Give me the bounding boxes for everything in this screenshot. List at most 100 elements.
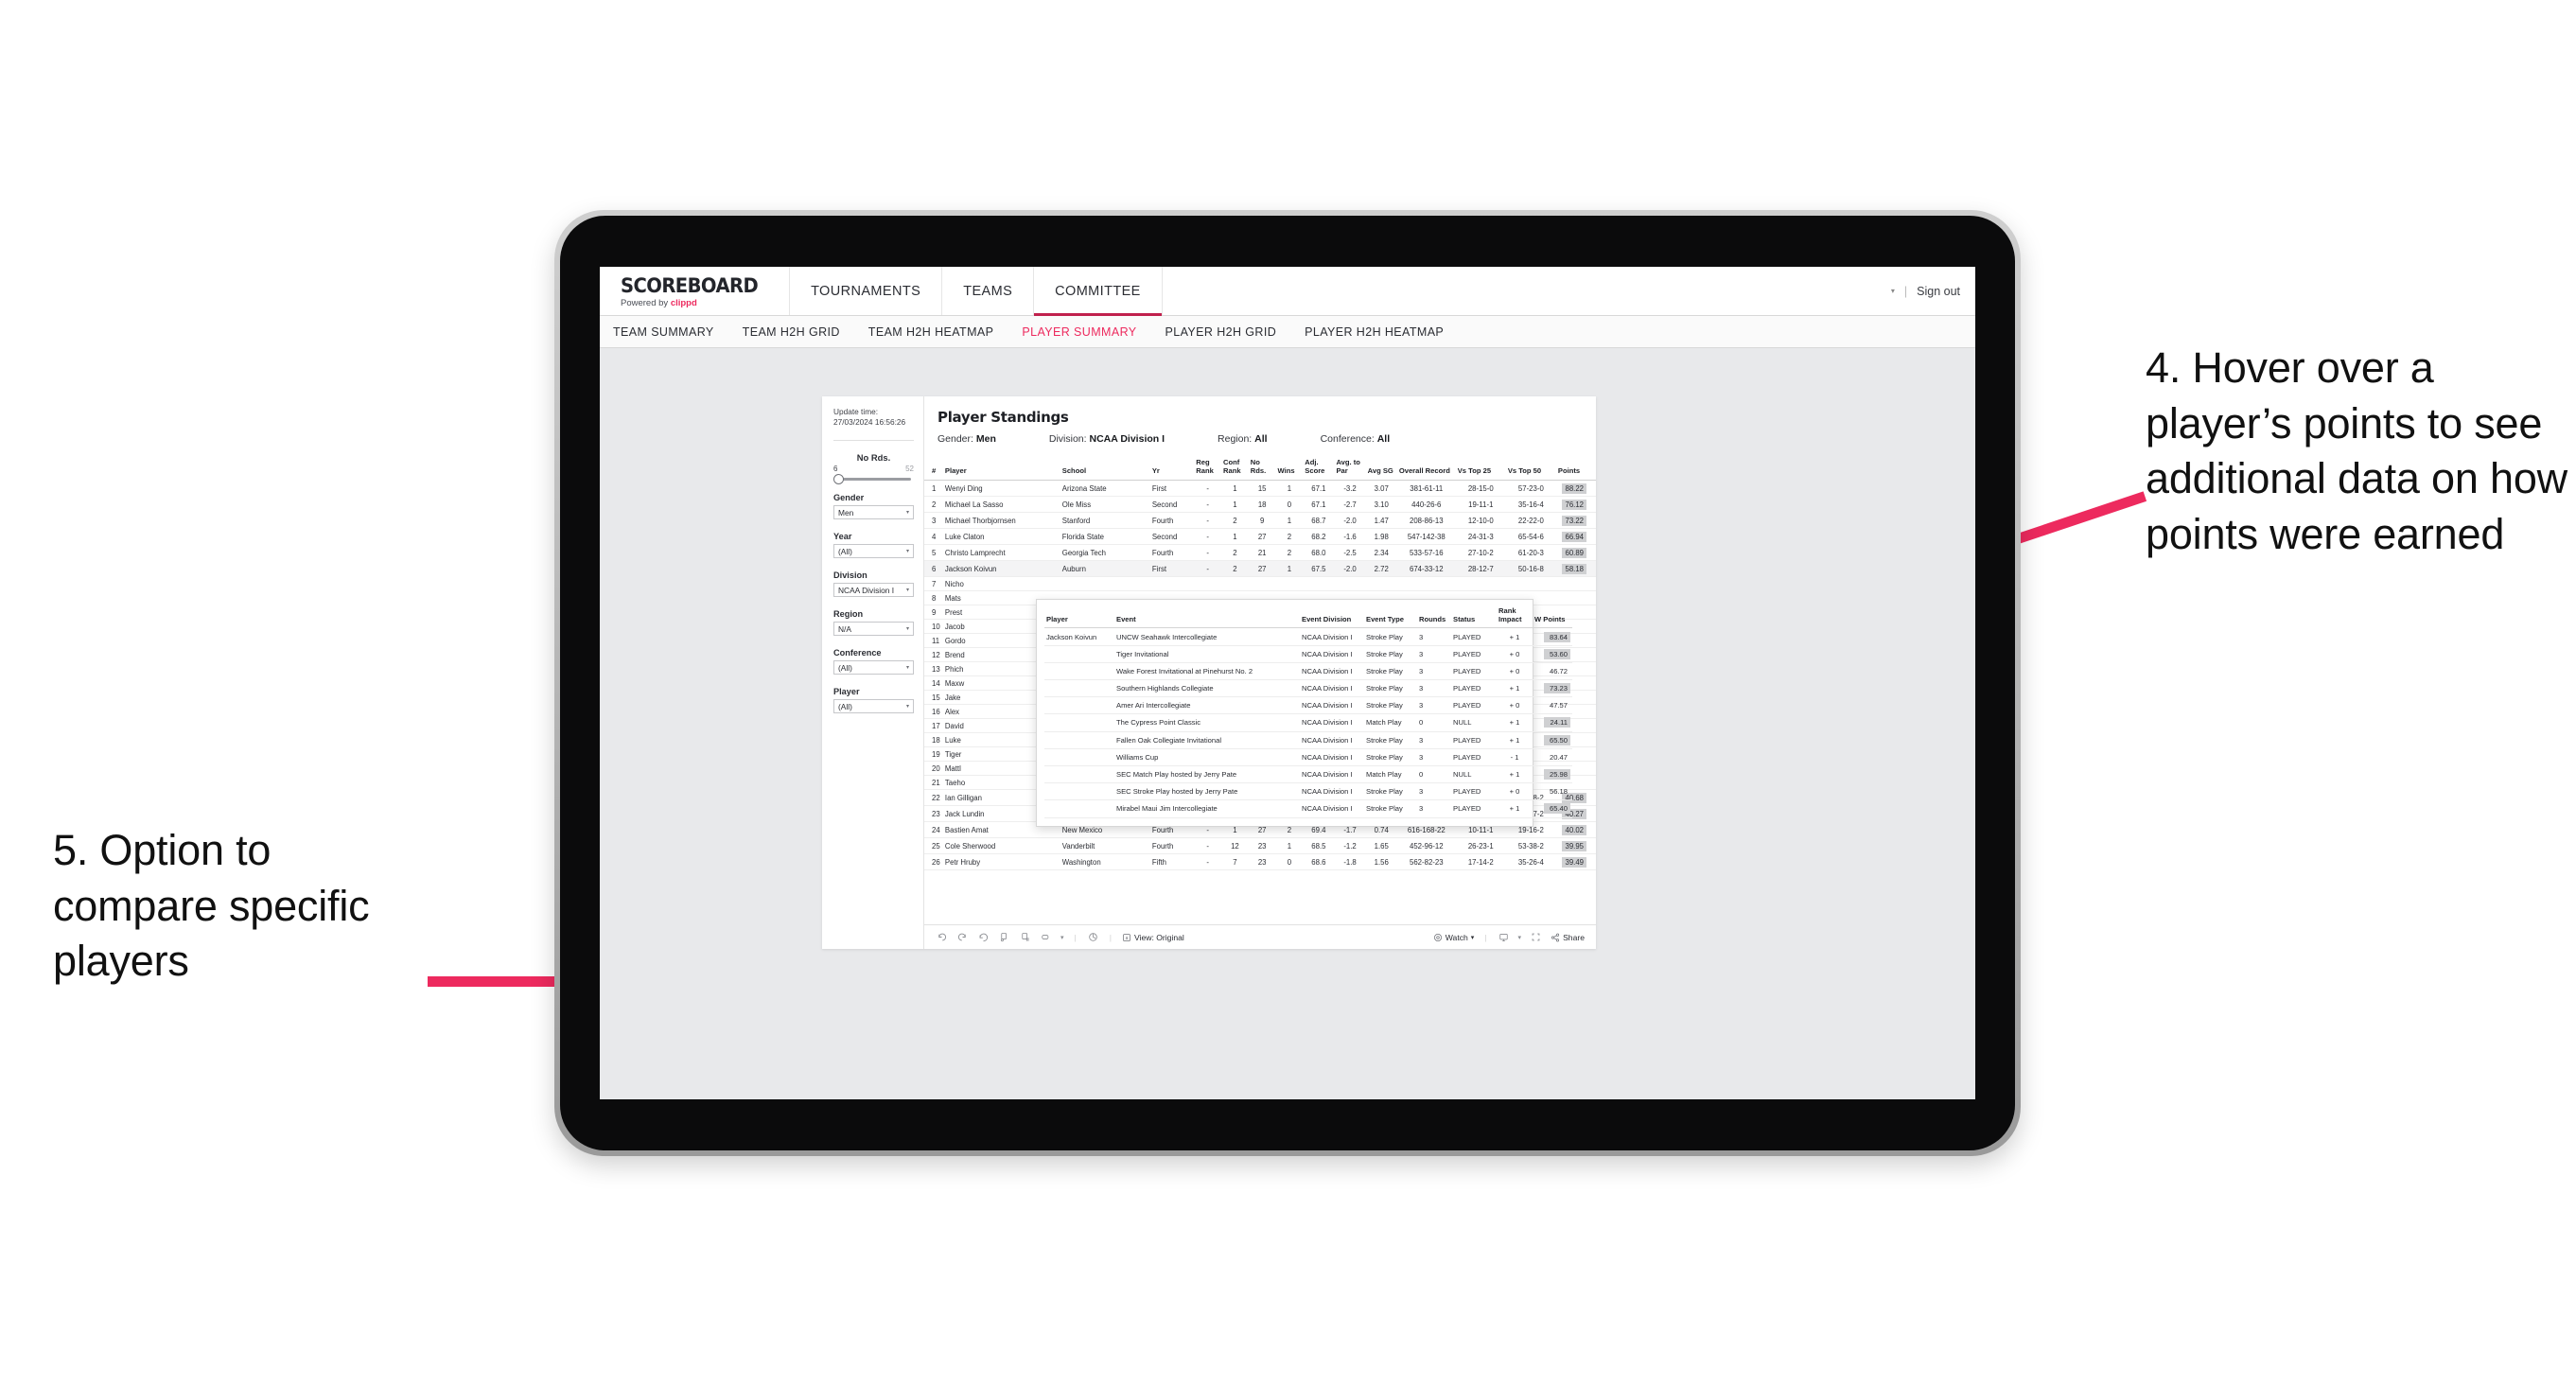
brand-logo[interactable]: SCOREBOARD Powered by clippd [600,267,791,315]
col-reg-rank[interactable]: Reg Rank [1194,455,1222,482]
tooltip-row: SEC Stroke Play hosted by Jerry Pate NCAA… [1044,782,1572,801]
chevron-down-icon: ▾ [905,665,909,672]
wins-cell [1275,576,1304,592]
account-chevron-down-icon[interactable]: ▾ [1891,287,1895,295]
points-cell[interactable]: 60.89 [1555,544,1596,562]
tooltip-status-cell: PLAYED [1451,696,1497,715]
col-points[interactable]: Points [1555,455,1596,482]
subnav-team-h2h-grid[interactable]: TEAM H2H GRID [743,325,840,339]
tooltip-status-cell: PLAYED [1451,782,1497,801]
view-original-button[interactable]: a View: Original [1122,933,1184,942]
subnav-player-h2h-grid[interactable]: PLAYER H2H GRID [1165,325,1277,339]
col-overall-record[interactable]: Overall Record [1396,455,1456,482]
points-value: 88.22 [1562,482,1586,494]
clear-filter-icon[interactable] [1040,931,1052,943]
subnav-player-summary[interactable]: PLAYER SUMMARY [1022,325,1136,339]
col-avg-sg[interactable]: Avg SG [1365,455,1397,482]
points-cell[interactable] [1555,590,1596,606]
points-cell[interactable]: 76.12 [1555,496,1596,514]
overall-record-cell: 440-26-6 [1396,496,1456,514]
table-row[interactable]: 7 Nicho [924,576,1596,592]
points-cell[interactable]: 66.94 [1555,528,1596,546]
rank-cell: 2 [924,496,943,514]
table-row[interactable]: 6 Jackson Koivun Auburn First -2 27 1 67.5 -2.0 2… [924,560,1596,578]
topnav-committee[interactable]: COMMITTEE [1034,267,1163,316]
points-cell[interactable]: 58.18 [1555,560,1596,578]
share-button[interactable]: Share [1551,933,1585,942]
revert-icon[interactable] [977,931,990,943]
tooltip-row: The Cypress Point Classic NCAA Division I… [1044,713,1572,732]
player-cell: Michael La Sasso [942,496,1060,514]
filter-region-label: Region [833,609,864,620]
standings-table-wrap[interactable]: # Player School Yr Reg Rank Conf Rank No… [924,455,1596,924]
tooltip-w-points-cell: 65.50 [1533,731,1572,749]
col-adj-score[interactable]: Adj. Score [1303,455,1335,482]
avg-sg-cell: 2.72 [1365,560,1397,578]
points-cell[interactable]: 88.22 [1555,480,1596,498]
tooltip-event-cell: Tiger Invitational [1114,645,1300,663]
device-layout-icon[interactable] [1087,931,1099,943]
points-cell[interactable]: 39.95 [1555,837,1596,855]
subnav-team-summary[interactable]: TEAM SUMMARY [613,325,714,339]
tooltip-rank-impact-cell: + 1 [1497,713,1533,732]
col-rank[interactable]: # [924,455,943,482]
points-cell[interactable] [1555,576,1596,592]
tooltip-event-cell: Wake Forest Invitational at Pinehurst No… [1114,662,1300,681]
points-value: 66.94 [1562,531,1586,542]
col-player[interactable]: Player [942,455,1060,482]
overall-record-cell: 381-61-11 [1396,480,1456,498]
tooltip-event-type-cell: Stroke Play [1364,696,1417,715]
tooltip-row: Southern Highlands Collegiate NCAA Divisi… [1044,679,1572,698]
table-row[interactable]: 3 Michael Thorbjornsen Stanford Fourth -2 9 1 6… [924,512,1596,530]
table-row[interactable]: 4 Luke Claton Florida State Second -1 27 2 68.2… [924,528,1596,546]
topnav-tournaments[interactable]: TOURNAMENTS [790,267,943,315]
subscribe-icon[interactable] [1498,931,1510,943]
filter-conference-select[interactable]: (All) ▾ [833,660,914,675]
tooltip-rank-impact-cell: + 1 [1497,799,1533,818]
filter-player-select[interactable]: (All) ▾ [833,699,914,714]
filter-region-select[interactable]: N/A ▾ [833,622,914,637]
col-school[interactable]: School [1060,455,1150,482]
pause-updates-icon[interactable] [1019,931,1031,943]
sign-out-link[interactable]: Sign out [1917,285,1960,298]
no-rounds-slider[interactable] [833,474,911,485]
undo-icon[interactable] [936,931,948,943]
clear-filter-chevron-down-icon[interactable]: ▾ [1060,934,1064,941]
col-vs-top-50[interactable]: Vs Top 50 [1505,455,1556,482]
redo-icon[interactable] [956,931,969,943]
table-row[interactable]: 1 Wenyi Ding Arizona State First -1 15 1 67.1 -3… [924,480,1596,498]
col-yr[interactable]: Yr [1149,455,1195,482]
no-rounds-slider-handle[interactable] [833,474,844,485]
col-avg-to-par[interactable]: Avg. to Par [1334,455,1366,482]
subnav-player-h2h-heatmap[interactable]: PLAYER H2H HEATMAP [1305,325,1444,339]
meta-conference-label: Conference: [1320,433,1375,445]
yr-cell: Second [1149,496,1195,514]
filter-division-select[interactable]: NCAA Division I ▾ [833,583,914,598]
table-row[interactable]: 2 Michael La Sasso Ole Miss Second -1 18 0 67.1… [924,496,1596,514]
school-cell: Washington [1060,853,1150,871]
filter-gender-select[interactable]: Men ▾ [833,505,914,520]
table-row[interactable]: 25 Cole Sherwood Vanderbilt Fourth -12 23 1 68.… [924,837,1596,855]
subscribe-chevron-down-icon[interactable]: ▾ [1518,934,1522,941]
points-cell[interactable]: 40.02 [1555,821,1596,839]
tooltip-event-type-cell: Stroke Play [1364,627,1417,646]
filter-gender: Gender Men ▾ [833,493,914,520]
subnav-team-h2h-heatmap[interactable]: TEAM H2H HEATMAP [868,325,994,339]
header-account-area: ▾ | Sign out [1891,267,1975,315]
points-cell[interactable]: 39.49 [1555,853,1596,871]
tip-col-event-division: Event Division [1300,605,1364,629]
refresh-data-icon[interactable] [998,931,1010,943]
filter-year: Year (All) ▾ [833,532,914,559]
col-conf-rank[interactable]: Conf Rank [1221,455,1249,482]
points-cell[interactable]: 73.22 [1555,512,1596,530]
table-row[interactable]: 26 Petr Hruby Washington Fifth -7 23 0 68.6 -1.8… [924,853,1596,871]
filter-year-select[interactable]: (All) ▾ [833,544,914,559]
watch-button[interactable]: Watch ▾ [1433,933,1474,942]
table-row[interactable]: 5 Christo Lamprecht Georgia Tech Fourth -2 21… [924,544,1596,562]
col-vs-top-25[interactable]: Vs Top 25 [1455,455,1506,482]
col-no-rds[interactable]: No Rds. [1248,455,1276,482]
fullscreen-icon[interactable] [1530,931,1542,943]
col-wins[interactable]: Wins [1275,455,1304,482]
wins-cell: 0 [1275,496,1304,514]
topnav-teams[interactable]: TEAMS [942,267,1035,315]
